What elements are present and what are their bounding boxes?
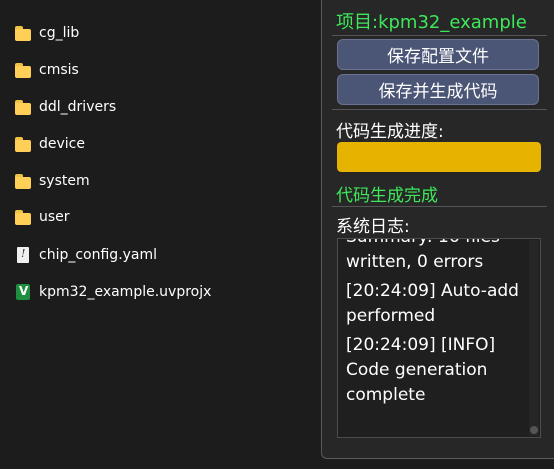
system-log[interactable]: Summary: 16 files written, 0 errors [20:… xyxy=(337,238,541,438)
log-entry: Summary: 16 files written, 0 errors xyxy=(346,239,500,272)
uvprojx-file-icon xyxy=(14,283,32,301)
folder-icon xyxy=(14,172,32,190)
save-config-button[interactable]: 保存配置文件 xyxy=(337,39,539,70)
divider xyxy=(332,35,547,36)
file-item-device[interactable]: device xyxy=(14,131,85,157)
folder-icon xyxy=(14,24,32,42)
progress-bar xyxy=(337,142,541,172)
file-name: system xyxy=(39,173,90,189)
file-explorer: cg_lib cmsis ddl_drivers device system u… xyxy=(0,0,322,469)
log-scrollbar[interactable] xyxy=(529,240,539,436)
file-item-chip-config[interactable]: chip_config.yaml xyxy=(14,242,157,268)
log-content: Summary: 16 files written, 0 errors [20:… xyxy=(346,239,526,412)
file-item-ddl-drivers[interactable]: ddl_drivers xyxy=(14,94,116,120)
file-name: ddl_drivers xyxy=(39,99,117,115)
save-generate-button[interactable]: 保存并生成代码 xyxy=(337,74,539,105)
file-item-cmsis[interactable]: cmsis xyxy=(14,57,79,83)
file-item-system[interactable]: system xyxy=(14,168,90,194)
project-title: 项目:kpm32_example xyxy=(336,12,527,33)
folder-icon xyxy=(14,61,32,79)
folder-icon xyxy=(14,135,32,153)
scroll-thumb[interactable] xyxy=(530,426,538,434)
divider xyxy=(332,206,547,207)
progress-label: 代码生成进度: xyxy=(336,122,444,142)
file-item-user[interactable]: user xyxy=(14,204,70,230)
file-name: cmsis xyxy=(39,62,79,78)
file-name: user xyxy=(39,209,70,225)
file-name: device xyxy=(39,136,85,152)
file-name: cg_lib xyxy=(39,25,80,41)
file-name: kpm32_example.uvprojx xyxy=(39,284,212,300)
log-entry: [20:24:09] [INFO] Code generation comple… xyxy=(346,335,496,405)
yaml-file-icon xyxy=(14,246,32,264)
status-text: 代码生成完成 xyxy=(336,186,438,206)
file-name: chip_config.yaml xyxy=(39,247,158,263)
divider xyxy=(332,109,547,110)
progress-fill xyxy=(337,142,541,172)
codegen-panel: 项目:kpm32_example 保存配置文件 保存并生成代码 代码生成进度: … xyxy=(321,0,554,459)
log-entry: [20:24:09] Auto-add performed xyxy=(346,281,519,326)
log-label: 系统日志: xyxy=(336,217,410,237)
file-item-uvprojx[interactable]: kpm32_example.uvprojx xyxy=(14,279,211,305)
folder-icon xyxy=(14,98,32,116)
folder-icon xyxy=(14,208,32,226)
file-item-cg-lib[interactable]: cg_lib xyxy=(14,20,79,46)
